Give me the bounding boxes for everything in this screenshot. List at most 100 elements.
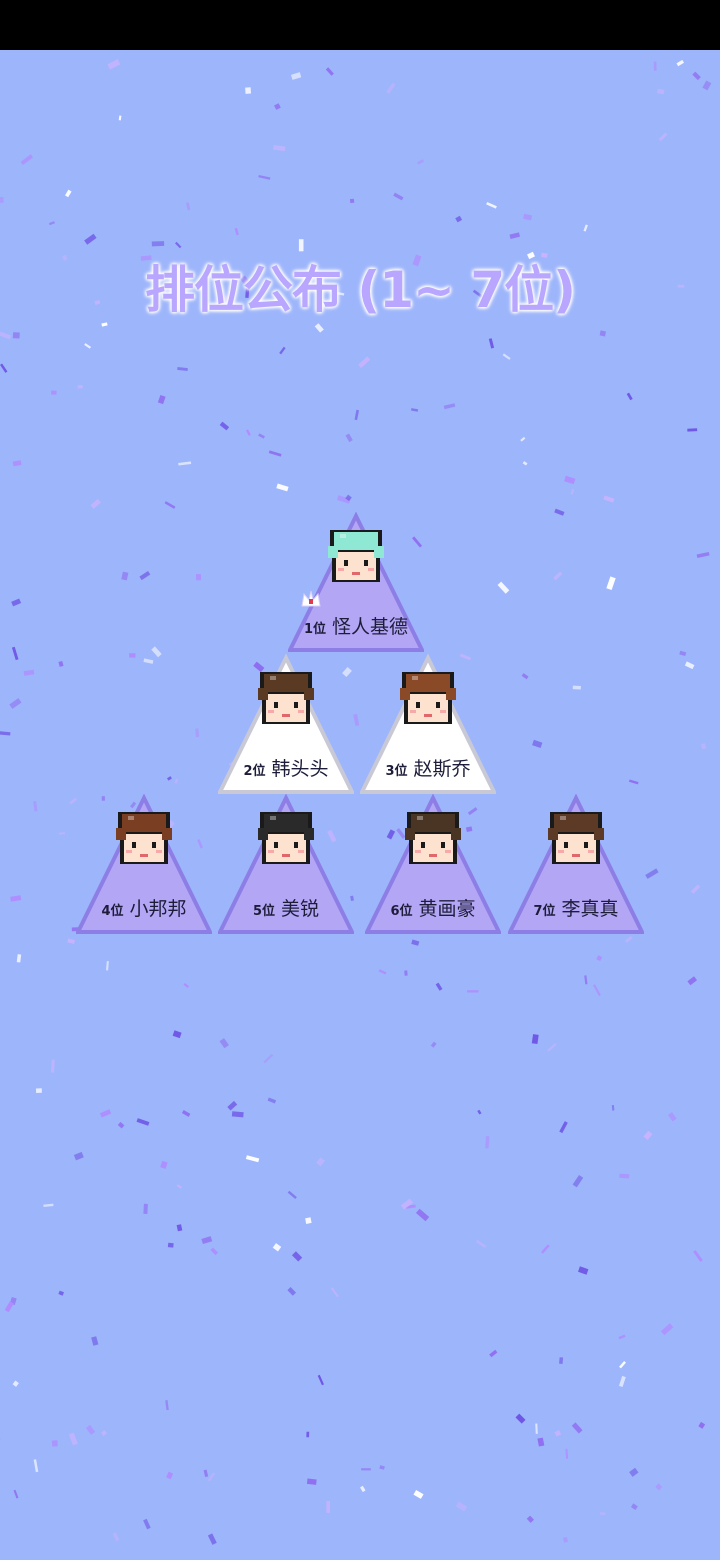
hair-side: [258, 688, 268, 700]
eye: [364, 560, 368, 566]
rank-card-4[interactable]: 4位 小邦邦: [76, 794, 212, 934]
hair-side: [446, 688, 456, 700]
confetti-piece: [411, 939, 420, 946]
confetti-piece: [523, 213, 533, 221]
confetti-piece: [23, 669, 35, 676]
confetti-piece: [207, 1472, 216, 1482]
confetti-piece: [166, 776, 172, 781]
confetti-piece: [502, 353, 511, 360]
confetti-piece: [0, 731, 11, 736]
confetti-piece: [227, 1100, 238, 1111]
confetti-piece: [509, 232, 520, 239]
confetti-piece: [51, 390, 57, 395]
confetti-piece: [687, 976, 698, 986]
hair-side: [405, 828, 415, 840]
confetti-piece: [599, 330, 606, 337]
confetti-piece: [64, 189, 72, 198]
confetti-piece: [274, 103, 281, 110]
rank-card-6[interactable]: 6位 黄画豪: [365, 794, 501, 934]
confetti-piece: [330, 1287, 339, 1298]
rank-card-5[interactable]: 5位 美锐: [218, 794, 354, 934]
confetti-piece: [413, 1490, 424, 1499]
confetti-piece: [547, 1042, 557, 1052]
confetti-piece: [316, 1157, 325, 1167]
confetti-piece: [272, 1243, 282, 1252]
confetti-piece: [172, 1030, 182, 1039]
confetti-piece: [410, 408, 419, 412]
rank-card-1[interactable]: 1位 怪人基德: [288, 512, 424, 652]
mouth: [572, 854, 580, 857]
confetti-piece: [393, 192, 404, 201]
crown-icon: [300, 588, 322, 610]
hair-shine: [560, 816, 566, 820]
confetti-piece: [177, 367, 188, 371]
status-bar: [0, 0, 720, 50]
confetti-piece: [143, 1203, 148, 1214]
confetti-piece: [268, 450, 282, 457]
confetti-piece: [553, 571, 563, 581]
confetti-piece: [599, 1512, 606, 1515]
blush: [440, 710, 446, 713]
confetti-piece: [73, 1151, 84, 1161]
confetti-piece: [535, 1423, 538, 1434]
eye: [416, 702, 420, 708]
confetti-piece: [90, 498, 101, 509]
confetti-piece: [0, 363, 8, 373]
rank-card-3[interactable]: 3位 赵斯乔: [360, 654, 496, 794]
confetti-piece: [541, 1244, 550, 1254]
confetti-piece: [287, 1287, 297, 1296]
confetti-piece: [696, 551, 710, 558]
confetti-piece: [520, 436, 526, 442]
confetti-piece: [85, 1424, 96, 1435]
confetti-piece: [684, 661, 695, 670]
confetti-piece: [164, 501, 176, 509]
confetti-piece: [349, 198, 355, 204]
rank-card-7[interactable]: 7位 李真真: [508, 794, 644, 934]
confetti-piece: [143, 1518, 151, 1530]
confetti-piece: [378, 969, 387, 975]
confetti-piece: [77, 385, 83, 389]
confetti-piece: [658, 132, 668, 142]
confetti-piece: [175, 241, 182, 249]
confetti-piece: [101, 1430, 107, 1437]
avatar: [544, 808, 608, 872]
confetti-piece: [619, 1360, 626, 1369]
confetti-piece: [20, 154, 33, 165]
confetti-piece: [186, 202, 191, 211]
confetti-piece: [48, 221, 55, 226]
confetti-piece: [0, 196, 4, 204]
hair-shine: [417, 816, 423, 820]
confetti-piece: [9, 1297, 17, 1306]
confetti-piece: [176, 1224, 183, 1232]
rank-card-2[interactable]: 2位 韩头头: [218, 654, 354, 794]
confetti-piece: [305, 1217, 312, 1224]
confetti-piece: [690, 884, 701, 894]
eye: [274, 842, 278, 848]
confetti-piece: [578, 1266, 589, 1275]
player-name: 怪人基德: [332, 616, 409, 638]
confetti-piece: [415, 1208, 430, 1222]
rank-number: 7位: [533, 904, 556, 919]
page-title: 排位公布 (1~ 7位): [145, 261, 576, 319]
confetti-piece: [84, 343, 92, 349]
hair-side: [162, 828, 172, 840]
confetti-piece: [619, 1173, 630, 1179]
confetti-piece: [51, 1440, 58, 1447]
rank-number: 6位: [390, 904, 413, 919]
confetti-piece: [626, 392, 633, 401]
confetti-piece: [12, 332, 20, 339]
crown-gem: [309, 599, 313, 604]
confetti-piece: [455, 215, 463, 223]
confetti-piece: [603, 495, 615, 503]
confetti-piece: [629, 1467, 639, 1477]
hair-side: [400, 688, 410, 700]
confetti-piece: [497, 581, 510, 594]
confetti-piece: [564, 475, 576, 485]
confetti-piece: [345, 433, 353, 443]
confetti-piece: [317, 1374, 324, 1386]
confetti-piece: [136, 1118, 150, 1126]
confetti-piece: [157, 395, 166, 405]
confetti-piece: [488, 338, 495, 349]
confetti-piece: [121, 571, 129, 581]
eye: [421, 842, 425, 848]
